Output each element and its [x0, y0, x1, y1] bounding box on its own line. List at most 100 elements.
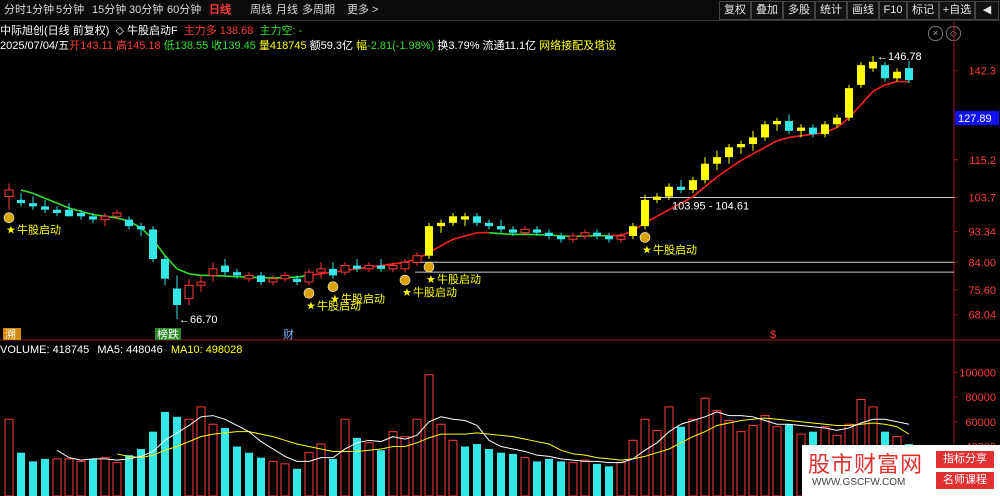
candle-body-71: [857, 65, 865, 85]
volume-bar-14: [173, 416, 181, 496]
volume-bar-2: [29, 461, 37, 496]
period-tab-5[interactable]: 60分钟: [167, 3, 201, 17]
settings-panel-icon[interactable]: ◇: [946, 26, 961, 41]
stock-name[interactable]: 中际旭创(日线 前复权): [0, 25, 109, 37]
candle-body-37: [449, 216, 457, 223]
candle-body-67: [809, 127, 817, 135]
candle-body-60: [725, 147, 733, 158]
volume-bar-37: [448, 439, 458, 496]
trend-line-seg-3: [44, 197, 58, 204]
candle-body-49: [593, 232, 601, 236]
volume-bar-25: [304, 452, 314, 496]
period-tab-3[interactable]: 15分钟: [92, 3, 126, 17]
turnover-value: 3.79%: [448, 40, 480, 52]
trend-line-seg-73: [884, 80, 898, 86]
period-tab-8[interactable]: 月线: [276, 3, 298, 17]
main-more-value: 138.68: [219, 25, 254, 37]
period-tab-9[interactable]: 多周期: [302, 3, 335, 17]
watermark-url: WWW.GSCFW.COM: [812, 477, 906, 488]
candle-body-26: [316, 268, 326, 273]
candle-body-55: [665, 186, 673, 197]
watermark-tag-share: 指标分享: [936, 451, 994, 468]
tool-button-7[interactable]: +自选: [939, 1, 975, 20]
candle-body-27: [329, 268, 337, 276]
tool-button-2[interactable]: 多股: [783, 1, 815, 20]
period-tab-1[interactable]: 1分钟: [26, 3, 54, 17]
period-tab-7[interactable]: 周线: [250, 3, 272, 17]
volume-bar-64: [772, 426, 782, 496]
tool-button-3[interactable]: 统计: [815, 1, 847, 20]
trend-line-seg-29: [356, 266, 370, 270]
trend-line-seg-67: [812, 131, 826, 135]
volume-bar-42: [509, 453, 517, 496]
period-tab-0[interactable]: 分时: [4, 3, 26, 17]
period-tab-4[interactable]: 30分钟: [129, 3, 163, 17]
candle-body-0: [4, 189, 14, 198]
indicator-name[interactable]: ◇ 牛股启动F: [115, 25, 177, 37]
trend-line-seg-13: [164, 255, 178, 270]
candle-body-54: [653, 196, 661, 200]
candle-body-41: [497, 226, 505, 230]
tool-button-4[interactable]: 画线: [847, 1, 879, 20]
volume-bar-1: [17, 452, 25, 496]
volume-bar-5: [64, 458, 74, 496]
open-label: 开: [69, 40, 81, 52]
change-value: -2.81(-1.98%): [367, 40, 435, 52]
volume-bar-24: [293, 468, 301, 496]
period-tab-10[interactable]: 更多 >: [347, 3, 378, 17]
volume-label: VOLUME: 418745: [0, 344, 90, 356]
candle-body-23: [280, 274, 290, 280]
candle-body-56: [677, 186, 685, 190]
volume-bar-20: [245, 452, 253, 496]
trend-line-seg-27: [332, 269, 346, 273]
candle-body-69: [833, 117, 841, 125]
candle-body-57: [689, 180, 697, 190]
tool-button-0[interactable]: 复权: [719, 1, 751, 20]
signal-star-3: ★: [402, 287, 412, 299]
trend-line-seg-41: [500, 232, 514, 236]
candle-body-20: [244, 274, 254, 280]
trend-line-seg-24: [296, 274, 310, 278]
trend-line-seg-65: [788, 134, 802, 139]
signal-label-4: 牛股启动: [437, 272, 481, 286]
trend-line-seg-69: [836, 117, 850, 129]
high-value: 145.18: [126, 40, 161, 52]
concept-link[interactable]: 网络接配及塔设: [539, 40, 616, 52]
volume-bar-34: [412, 418, 422, 496]
tool-button-5[interactable]: F10: [879, 1, 907, 20]
tool-button-8[interactable]: ◀: [975, 1, 999, 20]
tool-button-6[interactable]: 标记: [907, 1, 939, 20]
candlestick-chart[interactable]: 142.3 128.85 115.2 103.7 93.34 84.00 75.60 68.0…: [0, 0, 1000, 496]
volume-bar-7: [89, 458, 97, 496]
candle-body-18: [221, 265, 229, 273]
volume-bar-57: [688, 418, 698, 496]
signal-label-0: 牛股启动: [17, 223, 61, 237]
candle-body-58: [701, 163, 709, 181]
candle-body-13: [161, 259, 169, 279]
current-price-box: [955, 111, 999, 126]
period-tab-2[interactable]: 5分钟: [56, 3, 84, 17]
trend-line-seg-60: [728, 159, 742, 170]
trend-line-seg-56: [680, 195, 694, 204]
low-annotation: ←66.70: [179, 314, 218, 326]
trend-line-seg-18: [224, 275, 238, 278]
candle-body-12: [149, 229, 157, 259]
amount-label: 额: [309, 40, 321, 52]
candle-body-31: [377, 265, 385, 269]
candle-body-53: [641, 199, 649, 227]
price-tick-label-7: 68.04: [968, 310, 996, 322]
candle-body-44: [533, 229, 541, 233]
candle-body-51: [616, 235, 626, 240]
candle-body-62: [749, 137, 757, 144]
volume-bar-21: [257, 457, 265, 496]
period-tab-6[interactable]: 日线: [209, 3, 231, 17]
signal-coin-5: [639, 232, 651, 243]
signal-coin-1: [303, 287, 315, 299]
marker-box-1: [155, 328, 181, 340]
volume-bar-41: [497, 452, 505, 496]
tool-button-1[interactable]: 叠加: [751, 1, 783, 20]
trend-line-seg-70: [848, 104, 862, 119]
trend-line-seg-2: [32, 192, 46, 199]
close-panel-icon[interactable]: ×: [928, 26, 943, 41]
close-label: 收: [211, 40, 223, 52]
